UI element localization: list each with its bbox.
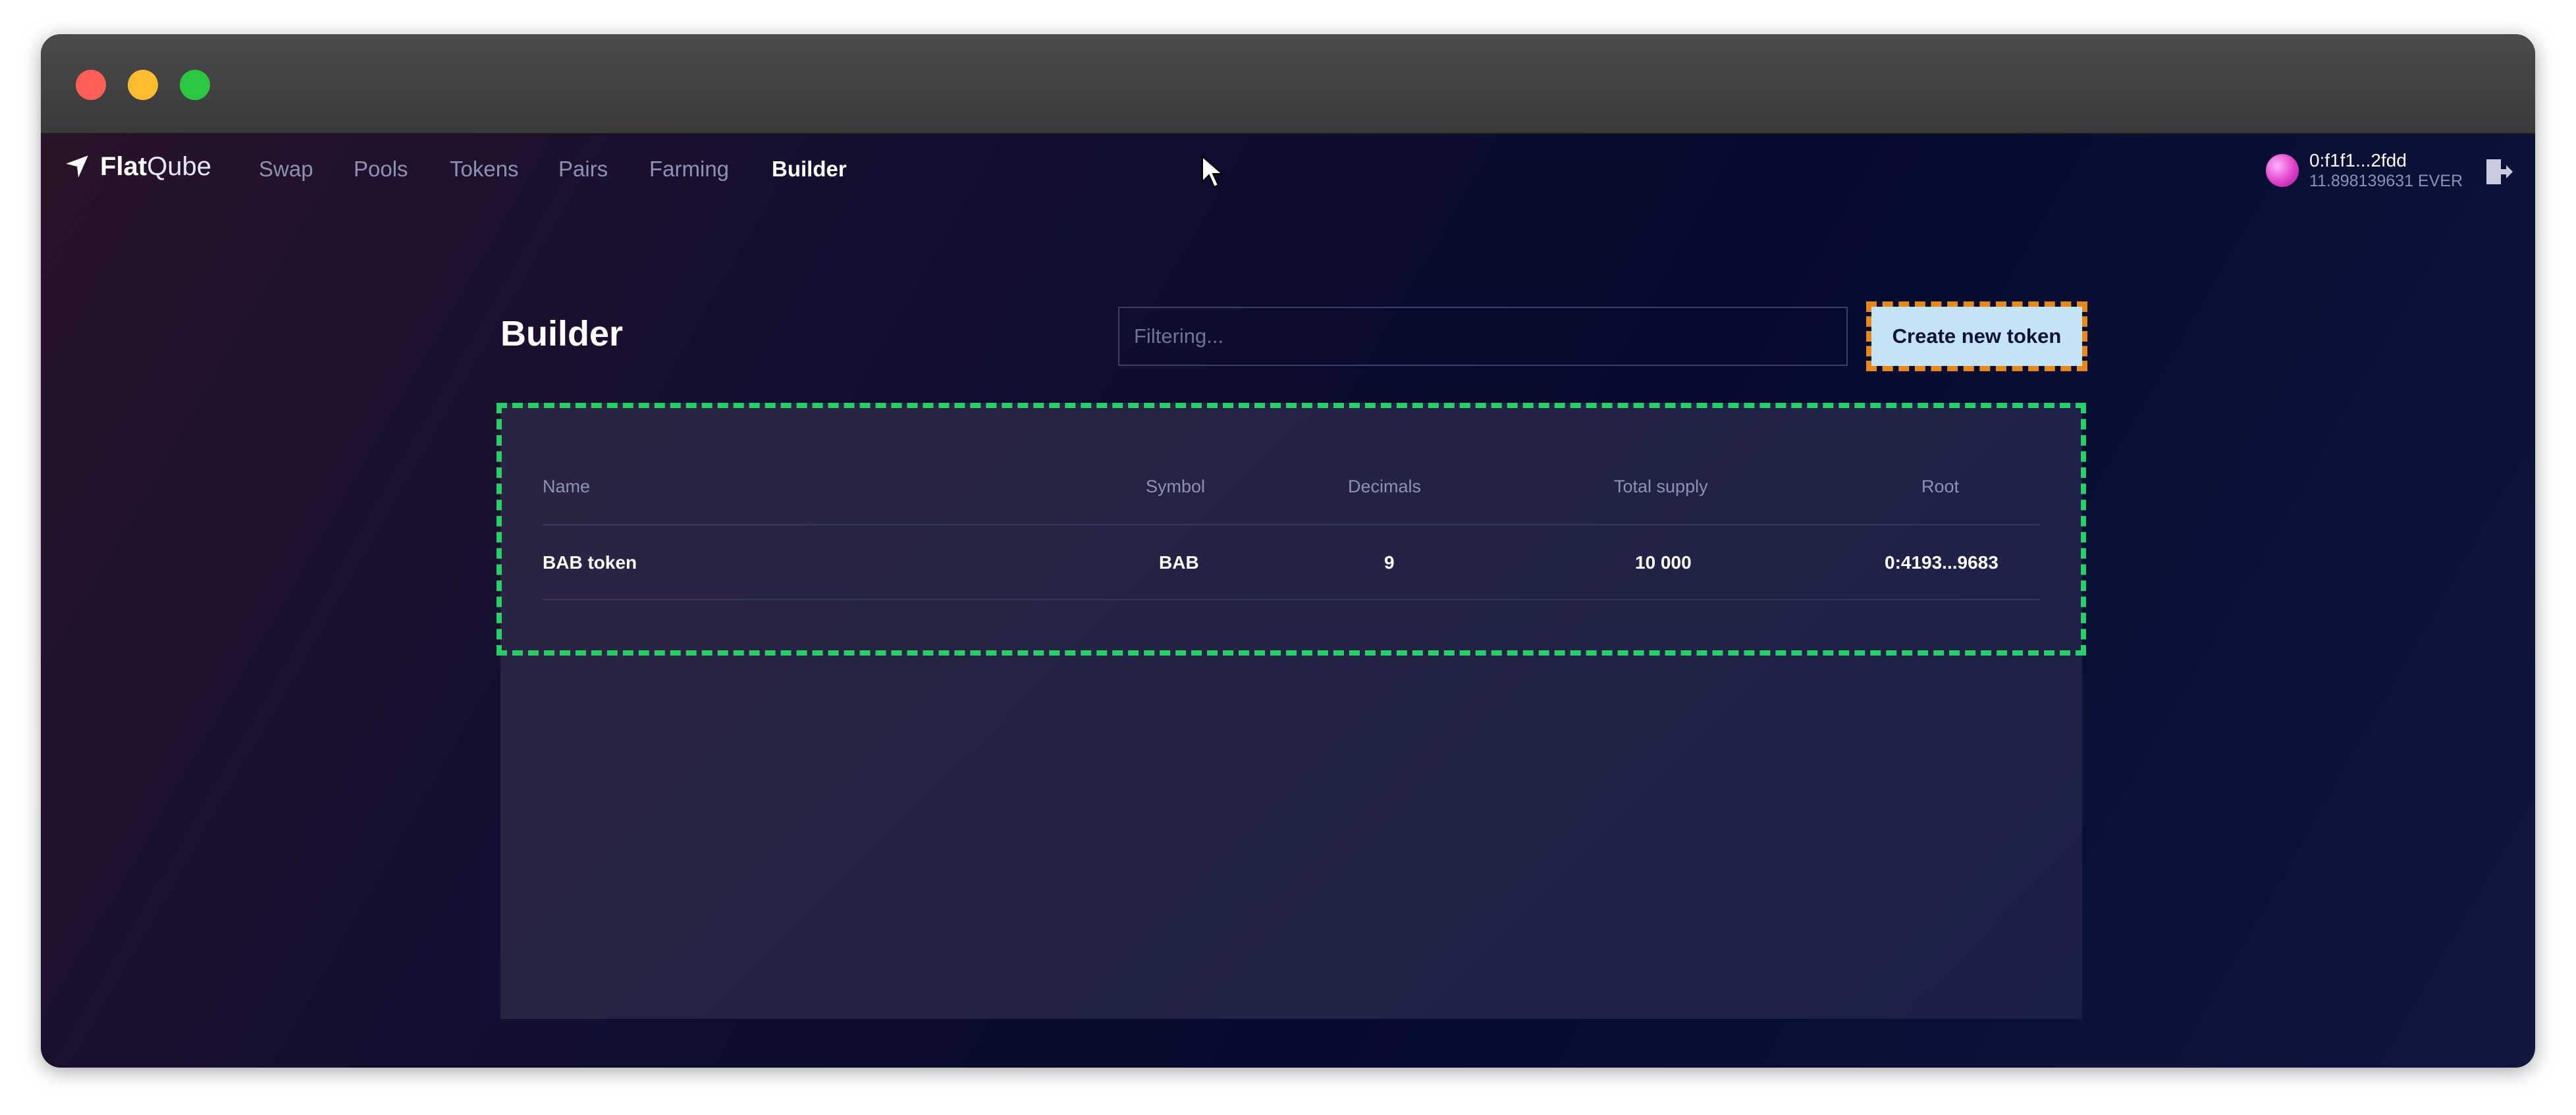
nav-farming[interactable]: Farming <box>649 157 729 182</box>
minimize-window-button[interactable] <box>128 70 158 100</box>
nav-pairs[interactable]: Pairs <box>558 157 608 182</box>
mouse-cursor-icon <box>1202 155 1223 188</box>
window-titlebar <box>41 34 2535 134</box>
wallet-address: 0:f1f1...2fdd <box>2309 150 2407 170</box>
nav-builder[interactable]: Builder <box>772 157 847 182</box>
browser-window: Flat Qube Swap Pools Tokens Pairs Farming… <box>41 34 2535 1068</box>
nav-tokens[interactable]: Tokens <box>450 157 519 182</box>
tokens-table-highlight <box>496 403 2086 656</box>
wallet-balance: 11.898139631 EVER <box>2309 172 2463 190</box>
flatqube-logo-icon <box>66 155 88 178</box>
filter-input[interactable] <box>1118 307 1848 366</box>
logo-text-qube: Qube <box>147 151 211 181</box>
flatqube-logo[interactable]: Flat Qube <box>63 149 211 184</box>
maximize-window-button[interactable] <box>180 70 210 100</box>
page-title: Builder <box>500 314 624 353</box>
logo-text-flat: Flat <box>100 151 148 181</box>
close-window-button[interactable] <box>76 70 106 100</box>
wallet-info[interactable]: 0:f1f1...2fdd 11.898139631 EVER <box>2265 150 2463 191</box>
wallet-avatar <box>2265 154 2299 187</box>
create-new-token-button[interactable]: Create new token <box>1866 301 2087 371</box>
nav-pools[interactable]: Pools <box>354 157 408 182</box>
logout-icon[interactable] <box>2484 157 2514 187</box>
nav-swap[interactable]: Swap <box>259 157 313 182</box>
